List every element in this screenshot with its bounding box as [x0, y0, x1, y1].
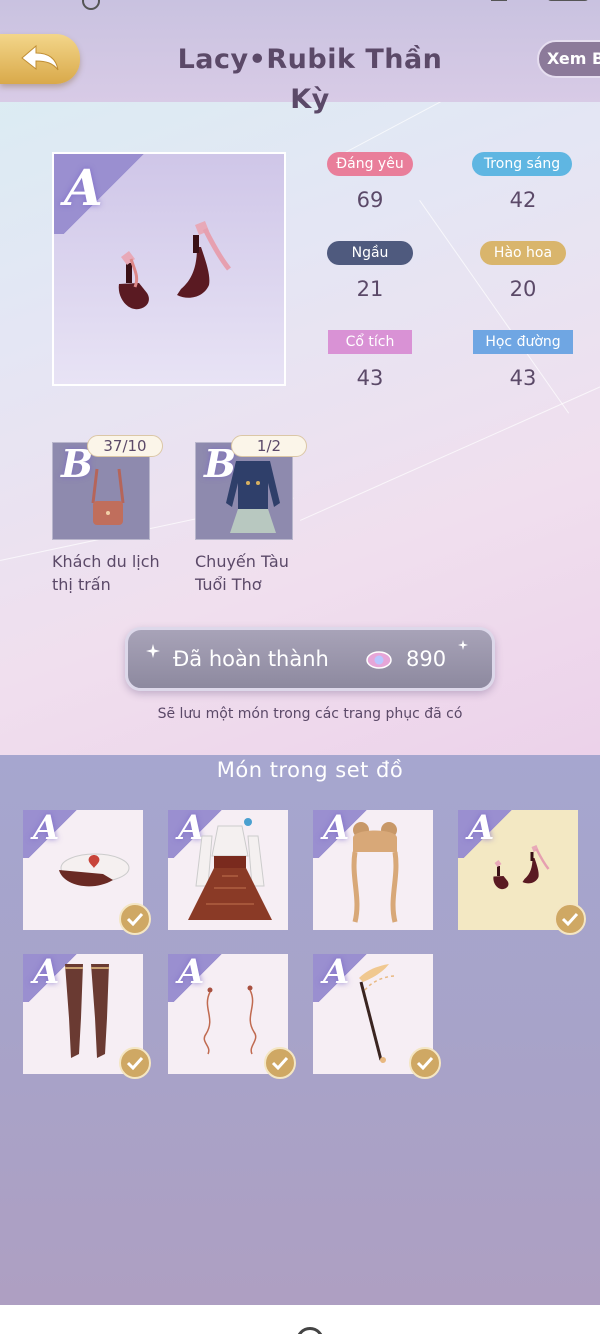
completed-cost: 890 [406, 647, 447, 671]
stat-value-fairytale: 43 [356, 366, 384, 390]
stat-value-school: 43 [509, 366, 537, 390]
info-note: Sẽ lưu một món trong các trang phục đã c… [157, 706, 463, 722]
stat-label-school: Học đường [473, 330, 573, 354]
completed-label: Đã hoàn thành [173, 647, 329, 671]
sparkle-icon [458, 640, 468, 650]
item-grade: A [64, 158, 103, 217]
stat-label-fairytale: Cổ tích [328, 330, 412, 354]
set-item-hair[interactable]: A [313, 810, 433, 930]
stockings-icon [65, 964, 109, 1058]
stat-label-pure: Trong sáng [472, 152, 572, 176]
stat-label-elegant: Hào hoa [480, 241, 566, 265]
set-item-dress[interactable]: A [168, 810, 288, 930]
system-nav-bar [0, 1305, 600, 1334]
shoes-icon [493, 845, 550, 890]
stat-value-cool: 21 [356, 277, 384, 301]
source-name-2-line1: Chuyến Tàu [195, 552, 289, 571]
completed-button[interactable]: Đã hoàn thành 890 [125, 627, 495, 691]
page-title: Lacy•Rubik Thần Kỳ [177, 44, 443, 115]
source-count-2: 1/2 [231, 435, 307, 457]
owned-check-icon [554, 903, 586, 935]
owned-check-icon [119, 903, 151, 935]
view-set-button[interactable]: Xem BS [537, 40, 600, 78]
earrings-icon [203, 985, 257, 1055]
coat-outfit-icon [226, 461, 280, 533]
source-name-1: Khách du lịch thị trấn [52, 550, 182, 596]
sparkle-icon [146, 644, 160, 658]
pearl-icon [366, 651, 392, 669]
back-arrow-icon [21, 44, 59, 71]
owned-check-icon [119, 1047, 151, 1079]
source-name-1-line1: Khách du lịch [52, 552, 160, 571]
clock-icon [82, 0, 100, 10]
stat-value-elegant: 20 [509, 277, 537, 301]
stat-value-cute: 69 [356, 188, 384, 212]
dress-icon [188, 818, 272, 920]
bag-icon [91, 468, 125, 525]
stat-label-cute: Đáng yêu [327, 152, 413, 176]
status-icons [491, 0, 588, 1]
status-bar [0, 0, 600, 14]
shoes-icon [118, 221, 231, 310]
item-preview-card: A [52, 152, 286, 386]
owned-check-icon [409, 1047, 441, 1079]
set-title: Món trong set đồ [216, 758, 404, 782]
stat-label-cool: Ngầu [327, 241, 413, 265]
source-name-2-line2: Tuổi Thơ [195, 575, 262, 594]
back-button[interactable] [0, 34, 80, 84]
source-count-1: 37/10 [87, 435, 163, 457]
home-indicator-icon[interactable] [296, 1327, 324, 1334]
hat-icon [59, 853, 130, 887]
owned-check-icon [264, 1047, 296, 1079]
source-name-2: Chuyến Tàu Tuổi Thơ [195, 550, 325, 596]
source-name-1-line2: thị trấn [52, 575, 111, 594]
hair-icon [351, 822, 399, 923]
stat-value-pure: 42 [509, 188, 537, 212]
set-item-grade: A [33, 954, 60, 992]
set-item-grade: A [468, 810, 495, 848]
